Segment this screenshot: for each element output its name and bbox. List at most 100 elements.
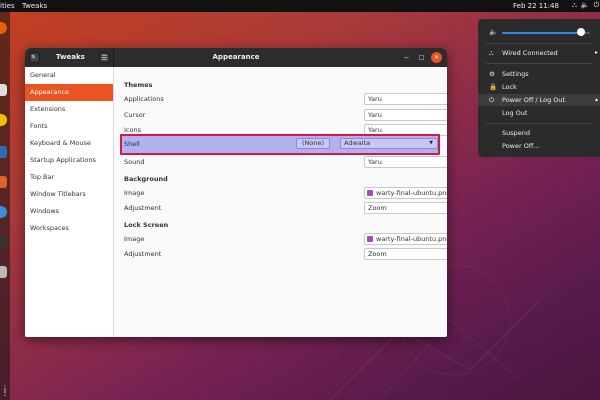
lock-adjustment-value: Zoom (368, 250, 387, 258)
tweaks-icon[interactable] (0, 266, 7, 278)
power-off-item[interactable]: Power Off… (478, 140, 600, 152)
appearance-panel: Themes Applications Yaru ▼ Cursor Yaru ▼… (115, 67, 447, 337)
power-off-label: Power Off… (502, 142, 540, 150)
lock-label: Lock (502, 83, 517, 91)
lock-screen-heading: Lock Screen (124, 221, 169, 229)
sidebar-item-top-bar[interactable]: Top Bar (25, 169, 113, 186)
lock-image-chooser[interactable]: warty-final-ubuntu.png ▤ (364, 233, 447, 245)
shell-label: Shell (124, 140, 140, 148)
terminal-icon[interactable] (0, 236, 7, 248)
network-icon: ⛬ (489, 49, 494, 57)
shell-value: Adwaita (344, 139, 371, 147)
power-icon: ⏻ (593, 1, 600, 9)
maximize-button[interactable]: □ (416, 52, 427, 63)
volume-icon: 🔈 (489, 28, 498, 36)
close-icon: ✕ (433, 54, 440, 61)
chevron-down-icon: ▼ (429, 140, 433, 146)
applications-value: Yaru (368, 95, 382, 103)
chevron-up-icon: ▴ (594, 96, 598, 103)
sidebar-item-general[interactable]: General (25, 67, 113, 84)
maximize-icon: □ (418, 54, 425, 61)
activities-button[interactable]: ities (0, 2, 15, 10)
background-image-value: warty-final-ubuntu.png (376, 189, 447, 197)
suspend-item[interactable]: Suspend (478, 127, 600, 139)
applications-label: Applications (124, 95, 164, 103)
clock[interactable]: Feb 22 11:48 (513, 2, 559, 10)
log-out-label: Log Out (502, 109, 528, 117)
minimize-icon: − (403, 53, 410, 62)
icons-value: Yaru (368, 126, 382, 134)
gear-icon: ⚙ (489, 70, 495, 78)
cursor-combo[interactable]: Yaru ▼ (364, 109, 447, 121)
lock-icon: 🔒 (489, 83, 498, 91)
menu-separator (486, 43, 592, 44)
power-icon: ⏻ (489, 96, 495, 104)
system-tray[interactable]: ⛬ 🔈 ⏻ (572, 1, 599, 10)
files-icon[interactable] (0, 84, 7, 96)
close-button[interactable]: ✕ (431, 52, 442, 63)
writer-icon[interactable] (0, 146, 7, 158)
cursor-value: Yaru (368, 111, 382, 119)
sound-label: Sound (124, 158, 145, 166)
lock-adjustment-combo[interactable]: Zoom ▼ (364, 248, 447, 260)
cursor-label: Cursor (124, 111, 146, 119)
background-image-label: Image (124, 189, 145, 197)
sidebar: General Appearance Extensions Fonts Keyb… (25, 67, 114, 337)
background-heading: Background (124, 175, 168, 183)
help-icon[interactable] (0, 206, 7, 218)
show-apps-icon[interactable]: ⋮ ⋮ (1, 385, 9, 397)
background-adjustment-value: Zoom (368, 204, 387, 212)
lock-adjustment-label: Adjustment (124, 250, 162, 258)
menu-separator (486, 123, 592, 124)
sidebar-item-appearance[interactable]: Appearance (25, 84, 113, 101)
settings-label: Settings (502, 70, 529, 78)
chevron-down-icon: ▸ (594, 49, 598, 56)
minimize-button[interactable]: − (401, 52, 412, 63)
dock: ⋮ ⋮ (0, 12, 10, 400)
background-adjustment-label: Adjustment (124, 204, 162, 212)
volume-slider-fill (502, 32, 582, 34)
volume-icon: 🔈 (580, 1, 590, 9)
menu-separator (486, 63, 592, 64)
sidebar-item-windows[interactable]: Windows (25, 203, 113, 220)
sidebar-item-fonts[interactable]: Fonts (25, 118, 113, 135)
system-menu: 🔈 ⛬ Wired Connected ▸ ⚙ Settings 🔒 Lock … (478, 19, 600, 157)
shell-combo[interactable]: Adwaita ▼ (340, 138, 438, 149)
icons-label: Icons (124, 126, 141, 134)
rhythmbox-icon[interactable] (0, 114, 7, 126)
image-file-icon (367, 236, 373, 242)
window-title: Appearance (212, 53, 260, 61)
power-off-logout-label: Power Off / Log Out (502, 96, 566, 104)
log-out-item[interactable]: Log Out (478, 107, 600, 119)
sidebar-item-workspaces[interactable]: Workspaces (25, 220, 113, 237)
lock-image-label: Image (124, 235, 145, 243)
software-icon[interactable] (0, 176, 7, 188)
lock-item[interactable]: 🔒 Lock (478, 81, 600, 93)
background-adjustment-combo[interactable]: Zoom ▼ (364, 202, 447, 214)
header-bar: 🔍 Tweaks ☰ Appearance − □ ✕ (25, 48, 447, 67)
network-icon: ⛬ (572, 1, 577, 9)
volume-slider-knob[interactable] (577, 28, 586, 36)
sidebar-item-window-titlebars[interactable]: Window Titlebars (25, 186, 113, 203)
sidebar-item-keyboard-mouse[interactable]: Keyboard & Mouse (25, 135, 113, 152)
themes-heading: Themes (124, 81, 153, 89)
wired-connected-item[interactable]: ⛬ Wired Connected ▸ (478, 47, 600, 59)
shell-warning-button[interactable]: (None) (296, 138, 330, 149)
lock-image-value: warty-final-ubuntu.png (376, 235, 447, 243)
power-off-logout-item[interactable]: ⏻ Power Off / Log Out ▴ (478, 94, 600, 106)
sound-value: Yaru (368, 158, 382, 166)
sound-combo[interactable]: Yaru ▼ (364, 156, 447, 168)
top-bar: ities Tweaks Feb 22 11:48 ⛬ 🔈 ⏻ (0, 0, 600, 12)
tweaks-window: 🔍 Tweaks ☰ Appearance − □ ✕ General Appe… (25, 48, 447, 337)
settings-item[interactable]: ⚙ Settings (478, 68, 600, 80)
image-file-icon (367, 190, 373, 196)
app-menu[interactable]: Tweaks (22, 2, 47, 10)
sidebar-item-startup-applications[interactable]: Startup Applications (25, 152, 113, 169)
applications-combo[interactable]: Yaru ▼ (364, 93, 447, 105)
background-image-chooser[interactable]: warty-final-ubuntu.png ▤ (364, 187, 447, 199)
wired-connected-label: Wired Connected (502, 49, 558, 57)
firefox-icon[interactable] (0, 22, 7, 34)
sidebar-item-extensions[interactable]: Extensions (25, 101, 113, 118)
shell-row-highlight: Shell (None) Adwaita ▼ (120, 134, 440, 155)
suspend-label: Suspend (502, 129, 531, 137)
